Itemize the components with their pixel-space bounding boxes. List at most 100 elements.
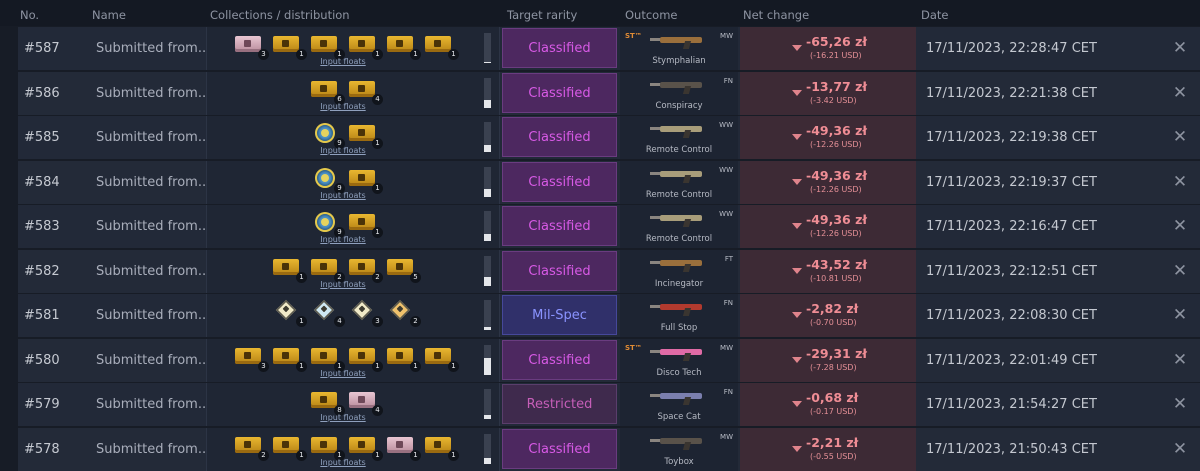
table-row[interactable]: #581 Submitted from... 1 4 3 2 Mil-Spec FN Full …	[18, 294, 1200, 337]
close-icon[interactable]: ✕	[1168, 27, 1192, 70]
weapon-icon	[650, 123, 702, 138]
case-icon: 2	[233, 435, 269, 461]
close-icon[interactable]: ✕	[1168, 72, 1192, 115]
net-change-amount: -0,68 zł	[806, 390, 859, 405]
table-row[interactable]: #580 Submitted from... 3 1 1 1 1 1 Input floats C…	[18, 338, 1200, 382]
collections-cell: 1 4 3 2	[206, 294, 500, 337]
table-row[interactable]: #584 Submitted from... 9 1 Input floats Class…	[18, 160, 1200, 204]
outcome-name: Incinegator	[654, 278, 704, 289]
close-icon[interactable]: ✕	[1168, 383, 1192, 426]
case-icon: 1	[309, 34, 345, 60]
outcome-name: Remote Control	[645, 234, 713, 244]
row-name: Submitted from...	[96, 308, 211, 323]
outcome-name: Remote Control	[645, 145, 713, 155]
input-floats-link[interactable]: Input floats	[207, 280, 479, 289]
case-icon: 1	[385, 435, 421, 461]
row-name: Submitted from...	[96, 397, 211, 412]
target-rarity-badge: Classified	[502, 72, 617, 113]
float-bar	[484, 255, 491, 286]
row-date: 17/11/2023, 22:21:38 CET	[926, 85, 1097, 101]
net-change-usd: (-10.81 USD)	[810, 273, 862, 283]
float-bar-fill	[484, 61, 491, 63]
close-icon[interactable]: ✕	[1168, 250, 1192, 293]
case-icon: 1	[309, 346, 345, 372]
row-name: Submitted from...	[96, 352, 211, 368]
target-rarity-badge: Classified	[502, 428, 617, 469]
outcome-cell[interactable]: FN Full Stop	[620, 294, 738, 337]
close-icon[interactable]: ✕	[1168, 294, 1192, 337]
close-icon[interactable]: ✕	[1168, 116, 1192, 159]
net-change-usd: (-7.28 USD)	[810, 362, 857, 372]
row-name: Submitted from...	[96, 174, 211, 190]
input-floats-link[interactable]: Input floats	[207, 369, 479, 378]
row-number: #584	[24, 174, 60, 190]
outcome-name: Space Cat	[657, 412, 701, 422]
net-change-cell: -0,68 zł (-0.17 USD)	[740, 383, 916, 426]
collections-cell: 3 1 1 1 1 1 Input floats	[206, 338, 500, 382]
input-floats-link[interactable]: Input floats	[207, 57, 479, 66]
row-date: 17/11/2023, 22:01:49 CET	[926, 352, 1097, 368]
table-row[interactable]: #583 Submitted from... 9 1 Input floats Class…	[18, 205, 1200, 248]
outcome-cell[interactable]: WW Remote Control	[620, 205, 738, 248]
case-icon: 1	[423, 435, 459, 461]
case-list: 91	[207, 212, 479, 238]
table-row[interactable]: #587 Submitted from... 3 1 1 1 1 1 Input floats C…	[18, 27, 1200, 70]
outcome-name: Remote Control	[645, 189, 713, 200]
net-change-usd: (-12.26 USD)	[810, 229, 862, 238]
close-icon[interactable]: ✕	[1168, 339, 1192, 382]
net-change-cell: -49,36 zł (-12.26 USD)	[740, 205, 916, 248]
outcome-cell[interactable]: FT Incinegator	[620, 249, 738, 293]
row-number: #578	[24, 441, 60, 457]
float-bar	[484, 166, 491, 197]
outcome-name: Disco Tech	[656, 367, 702, 378]
row-number: #586	[24, 85, 60, 101]
net-change-amount: -65,26 zł	[806, 34, 867, 49]
case-icon: 1	[385, 346, 421, 372]
input-floats-link[interactable]: Input floats	[207, 458, 479, 467]
outcome-cell[interactable]: MW Toybox	[620, 427, 738, 471]
float-bar-fill	[484, 233, 491, 241]
case-icon: 1	[271, 34, 307, 60]
weapon-icon	[650, 168, 702, 183]
case-icon: 1	[347, 212, 383, 238]
case-list: 211111	[207, 435, 479, 461]
case-count: 3	[372, 316, 383, 327]
close-icon[interactable]: ✕	[1168, 428, 1192, 471]
row-number: #581	[24, 308, 60, 323]
wear-label: MW	[720, 343, 733, 352]
wear-label: MW	[720, 32, 733, 40]
float-bar	[484, 77, 491, 108]
weapon-icon	[650, 390, 702, 405]
net-change-cell: -13,77 zł (-3.42 USD)	[740, 71, 916, 115]
case-icon: 1	[309, 435, 345, 461]
net-change-amount: -49,36 zł	[806, 123, 867, 138]
outcome-cell[interactable]: ST™ MW Stymphalian	[620, 27, 738, 70]
input-floats-link[interactable]: Input floats	[207, 235, 479, 244]
table-row[interactable]: #578 Submitted from... 2 1 1 1 1 1 Input floats C…	[18, 427, 1200, 471]
close-icon[interactable]: ✕	[1168, 205, 1192, 248]
input-floats-link[interactable]: Input floats	[207, 102, 479, 111]
arrow-down-icon	[792, 445, 802, 452]
outcome-cell[interactable]: ST™ MW Disco Tech	[620, 338, 738, 382]
row-number: #585	[24, 130, 60, 145]
input-floats-link[interactable]: Input floats	[207, 413, 479, 422]
outcome-cell[interactable]: FN Space Cat	[620, 383, 738, 426]
net-change-cell: -65,26 zł (-16.21 USD)	[740, 27, 916, 70]
target-rarity-badge: Classified	[502, 206, 617, 246]
table-row[interactable]: #586 Submitted from... 6 4 Input floats Class…	[18, 71, 1200, 115]
close-icon[interactable]: ✕	[1168, 161, 1192, 204]
input-floats-link[interactable]: Input floats	[207, 191, 479, 200]
outcome-cell[interactable]: WW Remote Control	[620, 160, 738, 204]
case-list: 91	[207, 123, 479, 149]
collections-cell: 9 1 Input floats	[206, 205, 500, 248]
outcome-cell[interactable]: FN Conspiracy	[620, 71, 738, 115]
table-row[interactable]: #582 Submitted from... 1 2 2 5 Input floats Cla…	[18, 249, 1200, 293]
input-floats-link[interactable]: Input floats	[207, 146, 479, 155]
outcome-cell[interactable]: WW Remote Control	[620, 116, 738, 159]
table-row[interactable]: #585 Submitted from... 9 1 Input floats Class…	[18, 116, 1200, 159]
wear-label: FT	[724, 254, 733, 263]
table-row[interactable]: #579 Submitted from... 8 4 Input floats Restr…	[18, 383, 1200, 426]
row-date: 17/11/2023, 22:12:51 CET	[926, 263, 1097, 279]
arrow-down-icon	[792, 401, 802, 407]
case-icon: 1	[347, 435, 383, 461]
